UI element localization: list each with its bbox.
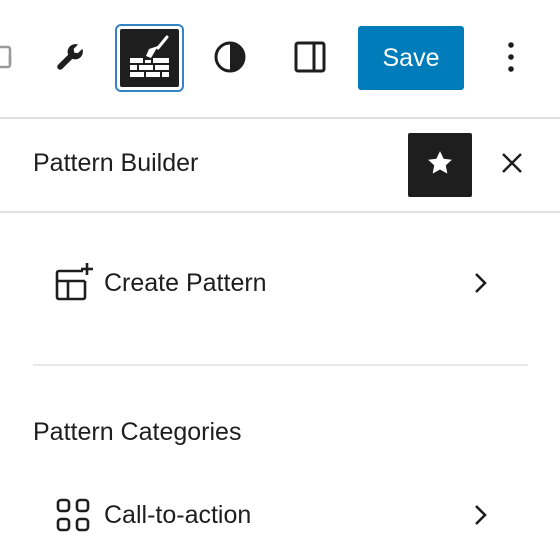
toolbar-partial-button[interactable] <box>0 36 14 82</box>
create-pattern-item[interactable]: Create Pattern <box>33 251 528 315</box>
settings-button[interactable] <box>284 34 336 84</box>
chevron-right-icon <box>467 269 495 297</box>
kebab-menu-icon <box>506 40 516 79</box>
create-pattern-label: Create Pattern <box>104 268 267 297</box>
pin-button[interactable] <box>408 133 472 197</box>
category-item-call-to-action[interactable]: Call-to-action <box>33 483 528 547</box>
add-template-icon <box>53 263 93 303</box>
chevron-right-icon <box>467 501 495 529</box>
star-icon <box>425 148 455 183</box>
more-options-button[interactable] <box>488 34 534 84</box>
sidebar-icon <box>293 40 327 79</box>
trowel-bricks-icon <box>127 34 173 83</box>
styles-button[interactable] <box>204 34 256 84</box>
block-inserter-icon <box>0 42 14 77</box>
pattern-builder-button-face <box>120 29 179 87</box>
pattern-categories-heading: Pattern Categories <box>33 418 242 446</box>
category-item-label: Call-to-action <box>104 500 252 529</box>
close-button[interactable] <box>488 141 536 189</box>
tools-button[interactable] <box>44 34 96 84</box>
editor-toolbar: Save <box>0 0 560 119</box>
section-divider <box>33 364 528 366</box>
save-button[interactable]: Save <box>358 26 464 90</box>
grid-icon <box>53 495 93 535</box>
pattern-builder-button[interactable] <box>115 24 184 92</box>
panel-title: Pattern Builder <box>33 149 199 177</box>
sidebar-header: Pattern Builder <box>0 119 560 213</box>
half-circle-icon <box>213 40 247 79</box>
close-icon <box>500 151 524 180</box>
wrench-icon <box>53 40 87 79</box>
